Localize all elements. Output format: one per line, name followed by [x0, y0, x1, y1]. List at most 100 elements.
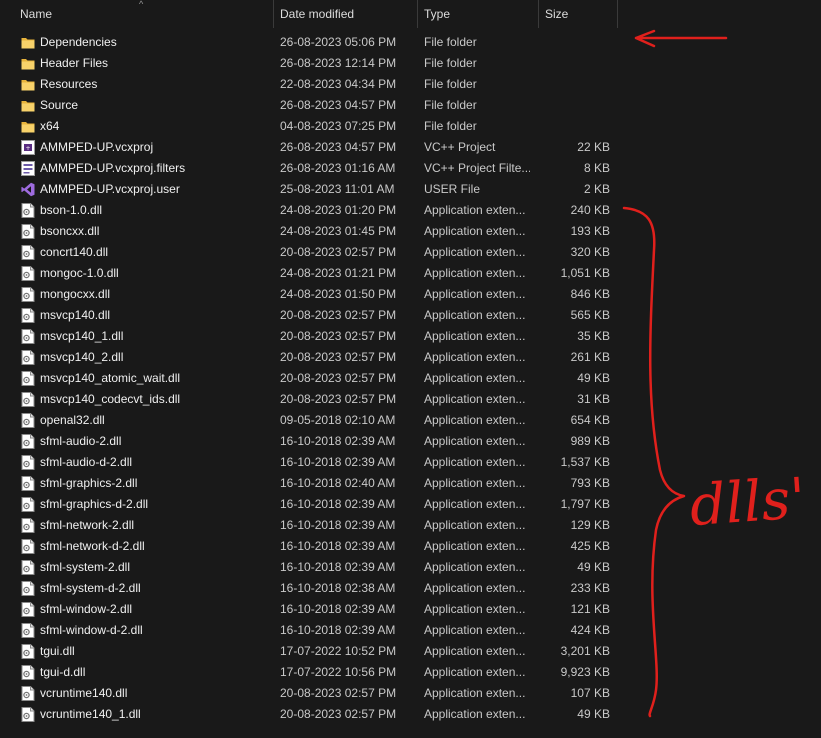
file-row[interactable]: vcruntime140_1.dll 20-08-2023 02:57 PM App… — [0, 704, 821, 725]
file-row[interactable]: AMMPED-UP.vcxproj.user 25-08-2023 11:01 A… — [0, 179, 821, 200]
file-name: sfml-network-d-2.dll — [40, 539, 145, 553]
file-row[interactable]: Dependencies 26-08-2023 05:06 PM File fold… — [0, 32, 821, 53]
file-name: sfml-system-d-2.dll — [40, 581, 141, 595]
file-row[interactable]: msvcp140_codecvt_ids.dll 20-08-2023 02:57… — [0, 389, 821, 410]
file-row[interactable]: + AMMPED-UP.vcxproj 26-08-2023 04:57 PM VC+… — [0, 137, 821, 158]
file-type: Application exten... — [424, 581, 526, 595]
file-row[interactable]: bsoncxx.dll 24-08-2023 01:45 PM Applicatio… — [0, 221, 821, 242]
file-name: sfml-graphics-2.dll — [40, 476, 138, 490]
file-type: Application exten... — [424, 476, 526, 490]
file-name: Source — [40, 98, 79, 112]
dll-icon — [21, 581, 35, 596]
dll-icon — [21, 329, 35, 344]
file-date-modified: 20-08-2023 02:57 PM — [280, 371, 397, 385]
file-date-modified: 16-10-2018 02:39 AM — [280, 560, 396, 574]
column-header-name[interactable]: Name — [14, 0, 273, 28]
file-row[interactable]: Header Files 26-08-2023 12:14 PM File fold… — [0, 53, 821, 74]
file-date-modified: 20-08-2023 02:57 PM — [280, 392, 397, 406]
file-row[interactable]: x64 04-08-2023 07:25 PM File folder — [0, 116, 821, 137]
file-row[interactable]: mongoc-1.0.dll 24-08-2023 01:21 PM Applica… — [0, 263, 821, 284]
dll-icon — [21, 455, 35, 470]
file-name: tgui.dll — [40, 644, 75, 658]
column-header-type[interactable]: Type — [418, 0, 538, 28]
file-type: File folder — [424, 56, 477, 70]
file-size: 233 KB — [570, 581, 610, 595]
file-size: 1,797 KB — [560, 497, 610, 511]
dll-icon — [21, 434, 35, 449]
file-size: 22 KB — [577, 140, 610, 154]
file-size: 31 KB — [577, 392, 610, 406]
file-date-modified: 20-08-2023 02:57 PM — [280, 245, 397, 259]
file-size: 846 KB — [570, 287, 610, 301]
sort-ascending-icon: ^ — [139, 0, 144, 9]
file-date-modified: 17-07-2022 10:52 PM — [280, 644, 397, 658]
file-name: AMMPED-UP.vcxproj — [40, 140, 154, 154]
file-size: 8 KB — [583, 161, 610, 175]
dll-icon — [21, 560, 35, 575]
file-row[interactable]: AMMPED-UP.vcxproj.filters 26-08-2023 01:1… — [0, 158, 821, 179]
file-name: msvcp140.dll — [40, 308, 111, 322]
dll-icon — [21, 371, 35, 386]
column-header-date-modified[interactable]: Date modified — [274, 0, 417, 28]
file-row[interactable]: bson-1.0.dll 24-08-2023 01:20 PM Applicati… — [0, 200, 821, 221]
file-size: 3,201 KB — [560, 644, 610, 658]
file-row[interactable]: sfml-graphics-d-2.dll 16-10-2018 02:39 AM… — [0, 494, 821, 515]
file-row[interactable]: tgui.dll 17-07-2022 10:52 PM Application e… — [0, 641, 821, 662]
file-size: 1,537 KB — [560, 455, 610, 469]
file-row[interactable]: sfml-audio-d-2.dll 16-10-2018 02:39 AM App… — [0, 452, 821, 473]
file-name: bson-1.0.dll — [40, 203, 103, 217]
file-size — [540, 116, 610, 137]
file-type: File folder — [424, 77, 477, 91]
file-type: Application exten... — [424, 623, 526, 637]
file-row[interactable]: msvcp140_1.dll 20-08-2023 02:57 PM Applica… — [0, 326, 821, 347]
file-row[interactable]: sfml-network-d-2.dll 16-10-2018 02:39 AM A… — [0, 536, 821, 557]
file-row[interactable]: msvcp140_atomic_wait.dll 20-08-2023 02:57… — [0, 368, 821, 389]
file-type: File folder — [424, 98, 477, 112]
file-type: Application exten... — [424, 497, 526, 511]
file-date-modified: 20-08-2023 02:57 PM — [280, 350, 397, 364]
file-name: x64 — [40, 119, 60, 133]
file-name: tgui-d.dll — [40, 665, 86, 679]
file-type: Application exten... — [424, 539, 526, 553]
file-row[interactable]: vcruntime140.dll 20-08-2023 02:57 PM Appli… — [0, 683, 821, 704]
file-row[interactable]: sfml-graphics-2.dll 16-10-2018 02:40 AM Ap… — [0, 473, 821, 494]
file-type: Application exten... — [424, 350, 526, 364]
file-type: Application exten... — [424, 644, 526, 658]
file-type: VC++ Project — [424, 140, 496, 154]
file-row[interactable]: sfml-window-d-2.dll 16-10-2018 02:39 AM Ap… — [0, 620, 821, 641]
file-name: sfml-window-d-2.dll — [40, 623, 143, 637]
file-row[interactable]: msvcp140_2.dll 20-08-2023 02:57 PM Applica… — [0, 347, 821, 368]
file-row[interactable]: Resources 22-08-2023 04:34 PM File folder — [0, 74, 821, 95]
file-type: Application exten... — [424, 371, 526, 385]
file-row[interactable]: Source 26-08-2023 04:57 PM File folder — [0, 95, 821, 116]
file-row[interactable]: sfml-audio-2.dll 16-10-2018 02:39 AM Appli… — [0, 431, 821, 452]
dll-icon — [21, 686, 35, 701]
file-name: Dependencies — [40, 35, 117, 49]
file-row[interactable]: sfml-window-2.dll 16-10-2018 02:39 AM Appl… — [0, 599, 821, 620]
file-row[interactable]: tgui-d.dll 17-07-2022 10:56 PM Application… — [0, 662, 821, 683]
file-date-modified: 25-08-2023 11:01 AM — [280, 182, 395, 196]
file-row[interactable]: sfml-network-2.dll 16-10-2018 02:39 AM App… — [0, 515, 821, 536]
file-date-modified: 26-08-2023 12:14 PM — [280, 56, 397, 70]
file-size — [540, 53, 610, 74]
file-date-modified: 20-08-2023 02:57 PM — [280, 329, 397, 343]
column-divider[interactable] — [617, 0, 618, 28]
file-row[interactable]: mongocxx.dll 24-08-2023 01:50 PM Applicati… — [0, 284, 821, 305]
file-type: Application exten... — [424, 665, 526, 679]
file-row[interactable]: msvcp140.dll 20-08-2023 02:57 PM Applicati… — [0, 305, 821, 326]
file-date-modified: 16-10-2018 02:39 AM — [280, 518, 396, 532]
column-header-size[interactable]: Size — [539, 0, 617, 28]
file-size: 121 KB — [570, 602, 610, 616]
dll-icon — [21, 497, 35, 512]
file-name: msvcp140_1.dll — [40, 329, 124, 343]
file-row[interactable]: sfml-system-d-2.dll 16-10-2018 02:38 AM Ap… — [0, 578, 821, 599]
file-row[interactable]: concrt140.dll 20-08-2023 02:57 PM Applicat… — [0, 242, 821, 263]
file-type: Application exten... — [424, 392, 526, 406]
dll-icon — [21, 644, 35, 659]
file-size: 793 KB — [570, 476, 610, 490]
file-row[interactable]: sfml-system-2.dll 16-10-2018 02:39 AM Appl… — [0, 557, 821, 578]
file-size — [540, 74, 610, 95]
file-row[interactable]: openal32.dll 09-05-2018 02:10 AM Applicati… — [0, 410, 821, 431]
svg-text:+: + — [25, 145, 30, 152]
file-date-modified: 20-08-2023 02:57 PM — [280, 686, 397, 700]
